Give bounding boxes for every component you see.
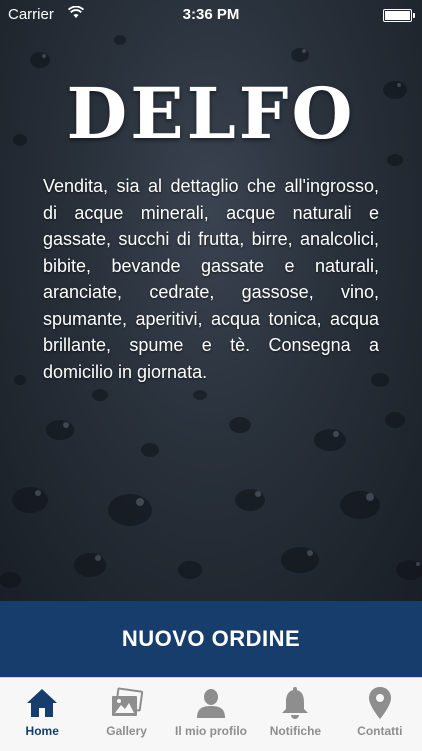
tab-notifications-label: Notifiche [269,724,322,738]
battery-icon [383,9,415,22]
tab-gallery[interactable]: Gallery [84,678,168,751]
status-bar: Carrier 3:36 PM [0,0,422,30]
tab-bar: Home Gallery Il mio profilo Notifiche Co… [0,677,422,751]
brand-logo: DELFO [66,72,356,155]
business-description: Vendita, sia al dettaglio che all'ingros… [43,176,379,382]
tab-profile[interactable]: Il mio profilo [169,678,253,751]
gallery-icon [111,687,143,716]
tab-home[interactable]: Home [0,678,84,751]
new-order-label: NUOVO ORDINE [121,626,301,651]
tab-contacts[interactable]: Contatti [338,678,422,751]
clock: 3:36 PM [182,6,240,23]
tab-profile-label: Il mio profilo [175,724,248,738]
bell-icon [282,687,309,719]
tab-home-label: Home [25,724,59,738]
tab-contacts-label: Contatti [357,724,403,738]
location-pin-icon [368,687,391,719]
new-order-button[interactable]: NUOVO ORDINE [0,601,422,677]
profile-icon [197,689,226,718]
tab-notifications[interactable]: Notifiche [253,678,337,751]
home-icon [27,689,58,717]
tab-gallery-label: Gallery [106,724,147,738]
